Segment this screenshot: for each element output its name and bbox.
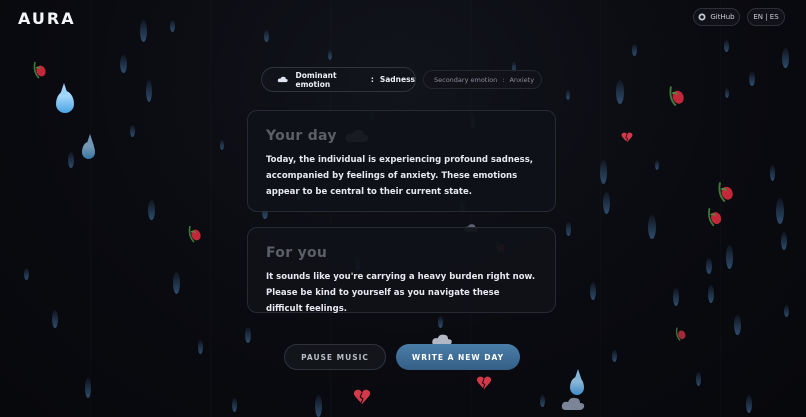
raindrop-icon	[734, 315, 741, 335]
raindrop-icon	[782, 48, 789, 68]
raindrop-icon	[315, 395, 322, 417]
raindrop-icon	[632, 44, 637, 56]
raindrop-icon	[655, 160, 659, 170]
broken-heart-icon	[621, 132, 633, 143]
raindrop-icon	[146, 80, 152, 102]
wilted-rose-icon	[708, 208, 722, 227]
raindrop-icon	[438, 316, 443, 328]
raindrop-icon	[648, 215, 656, 239]
raindrop-icon	[170, 20, 175, 32]
raindrop-icon	[708, 285, 714, 303]
pause-music-button[interactable]: PAUSE MUSIC	[284, 344, 386, 370]
raindrop-icon	[24, 268, 29, 280]
teardrop-icon	[56, 91, 74, 113]
raindrop-icon	[68, 152, 74, 168]
raindrop-icon	[140, 20, 147, 42]
language-switcher[interactable]: EN | ES	[747, 8, 785, 26]
broken-heart-icon	[353, 389, 371, 405]
raindrop-icon	[725, 88, 729, 98]
raindrop-icon	[130, 125, 135, 137]
secondary-emotion-label: Secondary emotion	[434, 75, 498, 84]
raindrop-icon	[603, 192, 610, 214]
github-label: GitHub	[710, 13, 735, 21]
raindrop-icon	[148, 200, 155, 220]
raindrop-icon	[52, 310, 58, 328]
raindrop-icon	[726, 245, 733, 269]
raindrop-icon	[328, 50, 332, 60]
language-label: EN | ES	[753, 13, 779, 21]
wilted-rose-icon	[33, 61, 46, 79]
raindrop-icon	[616, 80, 624, 104]
secondary-emotion-pill: Secondary emotion : Anxiety	[423, 70, 542, 89]
raindrop-icon	[198, 340, 203, 354]
teardrop-icon	[570, 377, 584, 395]
background-stripe	[600, 0, 601, 417]
raindrop-icon	[264, 30, 269, 42]
dominant-emotion-pill: Dominant emotion : Sadness	[261, 67, 416, 92]
raindrop-icon	[706, 258, 712, 274]
raindrop-icon	[173, 272, 180, 294]
raindrop-icon	[85, 378, 91, 398]
cloud-icon	[277, 76, 288, 83]
raindrop-icon	[724, 40, 729, 52]
cloud-icon	[561, 397, 585, 410]
dominant-emotion-label: Dominant emotion	[295, 70, 337, 89]
raindrop-icon	[590, 282, 596, 300]
dominant-emotion-separator: :	[370, 75, 374, 84]
raindrop-icon	[776, 198, 784, 224]
github-link[interactable]: GitHub	[693, 8, 740, 26]
raindrop-icon	[245, 327, 251, 343]
wilted-rose-icon	[675, 327, 686, 341]
your-day-text: Today, the individual is experiencing pr…	[266, 155, 533, 197]
secondary-emotion-separator: :	[502, 75, 505, 84]
for-you-text: It sounds like you're carrying a heavy b…	[266, 272, 536, 314]
dominant-emotion-value: Sadness	[379, 75, 415, 84]
raindrop-icon	[220, 140, 224, 150]
app-logo[interactable]: AURA	[18, 9, 76, 28]
for-you-card: For you It sounds like you're carrying a…	[247, 227, 556, 314]
github-icon	[698, 13, 706, 21]
wilted-rose-icon	[718, 182, 733, 203]
raindrop-icon	[749, 72, 755, 86]
raindrop-icon	[600, 160, 607, 184]
raindrop-icon	[770, 165, 775, 181]
raindrop-icon	[540, 395, 545, 407]
your-day-card: Your day Today, the individual is experi…	[247, 110, 556, 212]
your-day-title: Your day	[266, 128, 337, 144]
raindrop-icon	[781, 232, 787, 250]
raindrop-icon	[120, 55, 127, 73]
raindrop-icon	[566, 90, 570, 100]
raindrop-icon	[566, 222, 571, 236]
raindrop-icon	[696, 372, 701, 386]
wilted-rose-icon	[669, 86, 684, 107]
raindrop-icon	[673, 288, 679, 306]
background-stripe	[210, 0, 211, 417]
raindrop-icon	[232, 398, 237, 412]
wilted-rose-icon	[188, 225, 201, 243]
secondary-emotion-value: Anxiety	[509, 75, 535, 84]
write-new-day-button[interactable]: WRITE A NEW DAY	[396, 344, 520, 370]
raindrop-icon	[612, 350, 617, 362]
raindrop-icon	[746, 395, 752, 413]
teardrop-icon	[82, 142, 95, 159]
background-stripe	[90, 0, 91, 417]
broken-heart-icon	[476, 376, 492, 390]
raindrop-icon	[784, 305, 789, 317]
for-you-title: For you	[266, 245, 328, 261]
